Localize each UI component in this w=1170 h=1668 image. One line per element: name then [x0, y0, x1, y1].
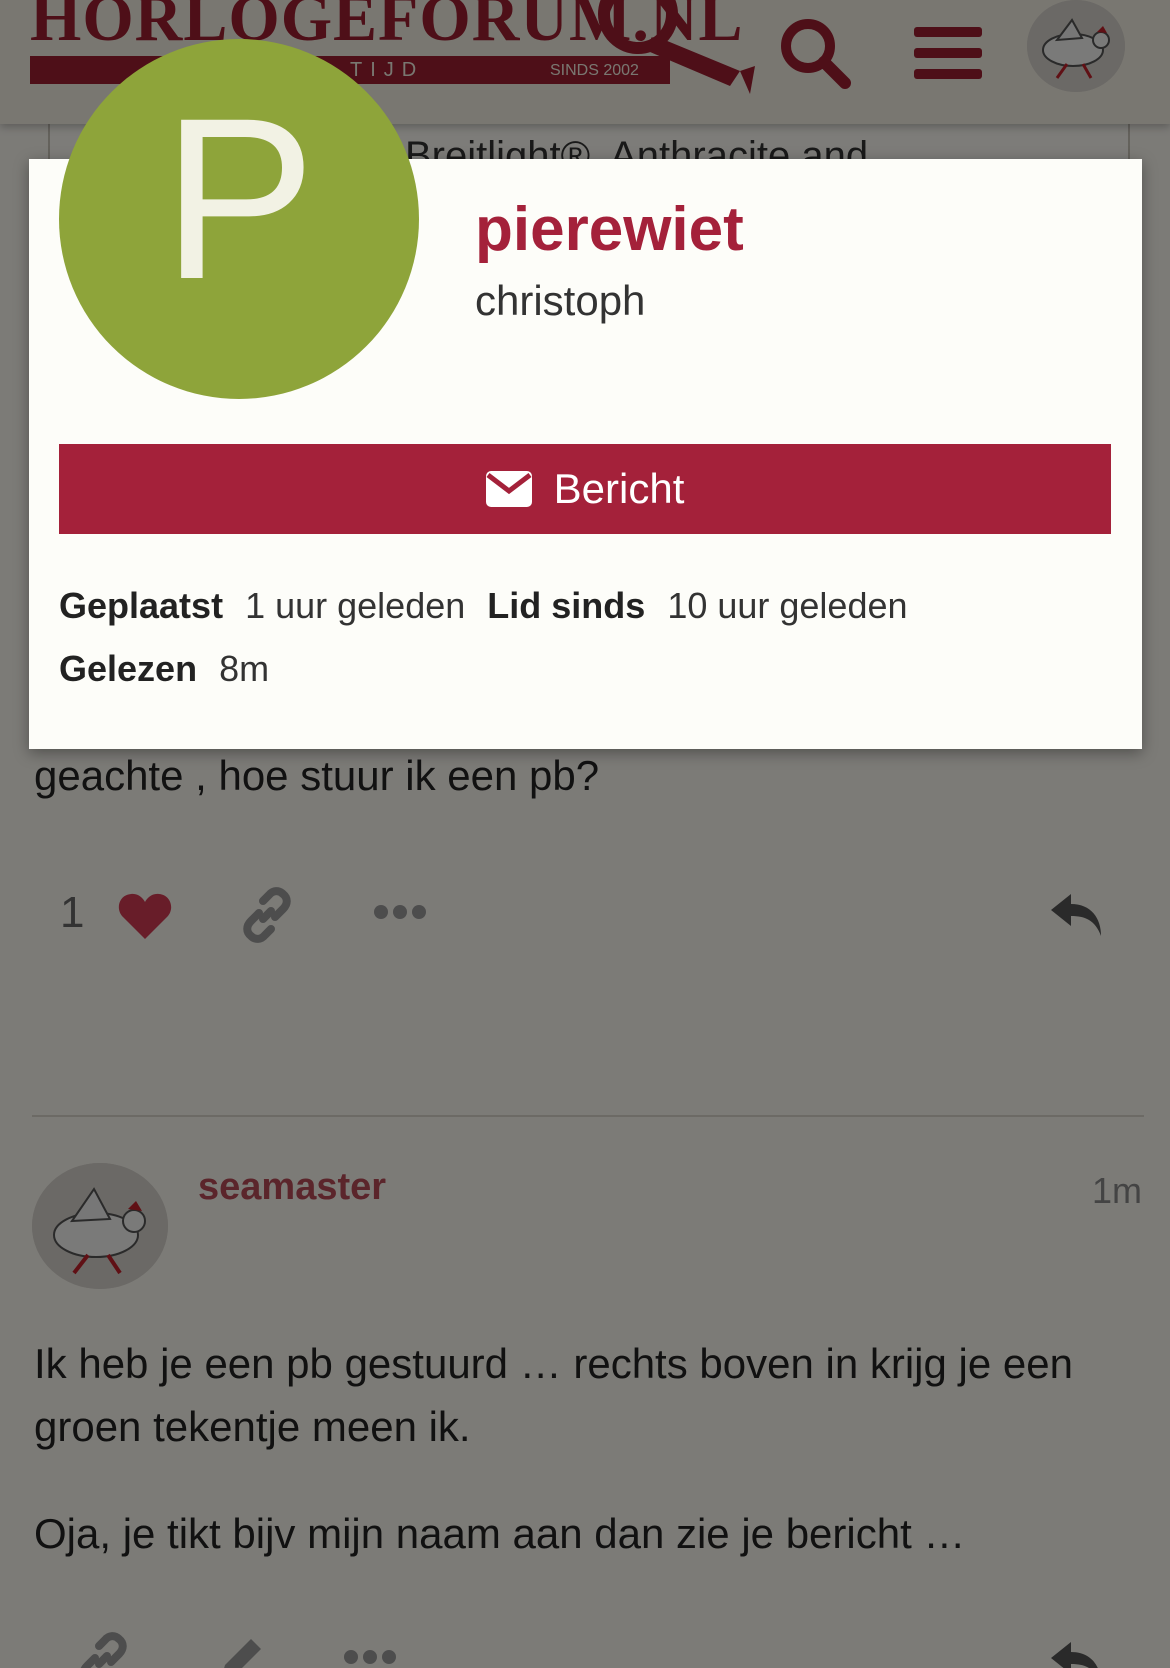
member-since-value: 10 uur geleden [667, 585, 908, 626]
send-message-label: Bericht [553, 465, 685, 512]
user-card-username[interactable]: pierewiet [475, 194, 744, 265]
posted-value: 1 uur geleden [245, 585, 466, 626]
avatar-letter: P [162, 70, 316, 327]
envelope-icon [485, 471, 532, 507]
read-time-label: Gelezen [59, 648, 198, 689]
page: HORLOGEFORUM.NL TIJD SINDS 2002 [0, 0, 1170, 1668]
user-card-stats-row: Gelezen 8m [59, 637, 1119, 700]
member-since-label: Lid sinds [487, 585, 646, 626]
user-card-full-name: christoph [475, 277, 646, 324]
send-message-button[interactable]: Bericht [59, 444, 1111, 534]
read-time-value: 8m [219, 648, 270, 689]
posted-label: Geplaatst [59, 585, 224, 626]
user-card-stats-row: Geplaatst 1 uur geleden Lid sinds 10 uur… [59, 574, 1119, 637]
user-card-stats: Geplaatst 1 uur geleden Lid sinds 10 uur… [59, 574, 1119, 700]
user-card-avatar[interactable]: P [59, 39, 419, 399]
